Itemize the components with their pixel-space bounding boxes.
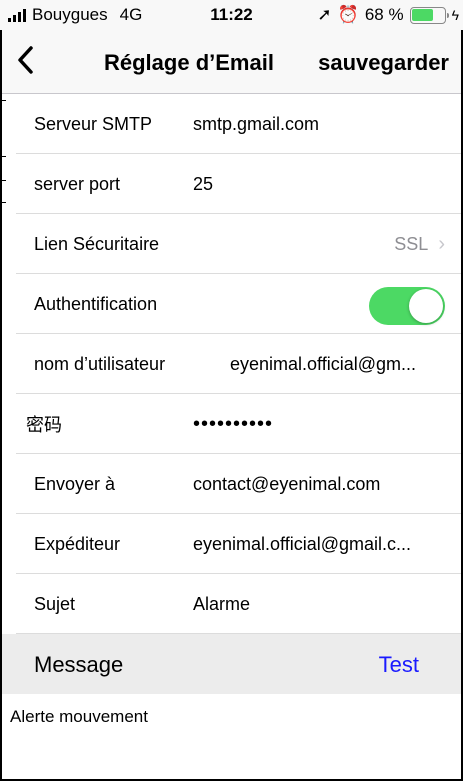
authentication-toggle[interactable] bbox=[369, 287, 445, 325]
sender-field[interactable]: eyenimal.official@gmail.c... bbox=[193, 534, 445, 555]
battery-percent: 68 % bbox=[364, 5, 404, 24]
message-section-header: Message Test bbox=[0, 634, 463, 694]
authentication-label: Authentification bbox=[34, 293, 158, 314]
server-port-field[interactable]: 25 bbox=[193, 174, 445, 195]
sender-row[interactable]: Expéditeur eyenimal.official@gmail.c... bbox=[0, 514, 463, 574]
send-to-field[interactable]: contact@eyenimal.com bbox=[193, 474, 445, 495]
page-title: Réglage d’Email bbox=[104, 50, 274, 75]
subject-label: Sujet bbox=[34, 593, 76, 614]
username-field[interactable]: eyenimal.official@gm... bbox=[230, 354, 445, 375]
password-label: 密码 bbox=[26, 415, 62, 435]
send-to-row[interactable]: Envoyer à contact@eyenimal.com bbox=[0, 454, 463, 514]
test-button[interactable]: Test bbox=[379, 652, 419, 678]
status-bar: Bouygues 4G 11:22 ➚ ⏰ 68 % ϟ bbox=[0, 0, 463, 30]
sender-label: Expéditeur bbox=[34, 533, 121, 554]
security-link-value: SSL bbox=[394, 233, 429, 254]
smtp-server-field[interactable]: smtp.gmail.com bbox=[193, 114, 445, 135]
password-row[interactable]: 密码 •••••••••• bbox=[0, 394, 463, 454]
chevron-left-icon bbox=[18, 46, 33, 74]
subject-field[interactable]: Alarme bbox=[193, 594, 445, 615]
security-link-label: Lien Sécuritaire bbox=[34, 233, 160, 254]
save-button[interactable]: sauvegarder bbox=[318, 50, 449, 76]
charging-icon: ϟ bbox=[451, 7, 459, 23]
send-to-label: Envoyer à bbox=[34, 473, 116, 494]
battery-icon bbox=[409, 6, 449, 24]
authentication-row: Authentification bbox=[0, 274, 463, 334]
username-row[interactable]: nom d’utilisateur eyenimal.official@gm..… bbox=[0, 334, 463, 394]
edge-artifacts bbox=[0, 94, 6, 204]
message-label: Message bbox=[34, 652, 124, 677]
smtp-server-row[interactable]: Serveur SMTP smtp.gmail.com bbox=[0, 94, 463, 154]
password-field[interactable]: •••••••••• bbox=[193, 413, 445, 436]
username-label: nom d’utilisateur bbox=[34, 353, 166, 374]
settings-list: Serveur SMTP smtp.gmail.com server port … bbox=[0, 94, 463, 634]
server-port-row[interactable]: server port 25 bbox=[0, 154, 463, 214]
status-right: ➚ ⏰ 68 % ϟ bbox=[317, 5, 459, 25]
back-button[interactable] bbox=[10, 42, 40, 78]
server-port-label: server port bbox=[34, 173, 121, 194]
toggle-knob bbox=[409, 289, 443, 323]
chevron-right-icon: › bbox=[438, 232, 445, 255]
alarm-icon: ⏰ bbox=[337, 5, 359, 24]
location-icon: ➚ bbox=[317, 5, 332, 24]
message-body-field[interactable]: Alerte mouvement bbox=[10, 707, 148, 727]
subject-row[interactable]: Sujet Alarme bbox=[0, 574, 463, 634]
security-link-selector[interactable]: SSL › bbox=[394, 233, 445, 256]
smtp-server-label: Serveur SMTP bbox=[34, 113, 153, 134]
navigation-bar: Réglage d’Email sauvegarder bbox=[0, 30, 463, 94]
security-link-row[interactable]: Lien Sécuritaire SSL › bbox=[0, 214, 463, 274]
